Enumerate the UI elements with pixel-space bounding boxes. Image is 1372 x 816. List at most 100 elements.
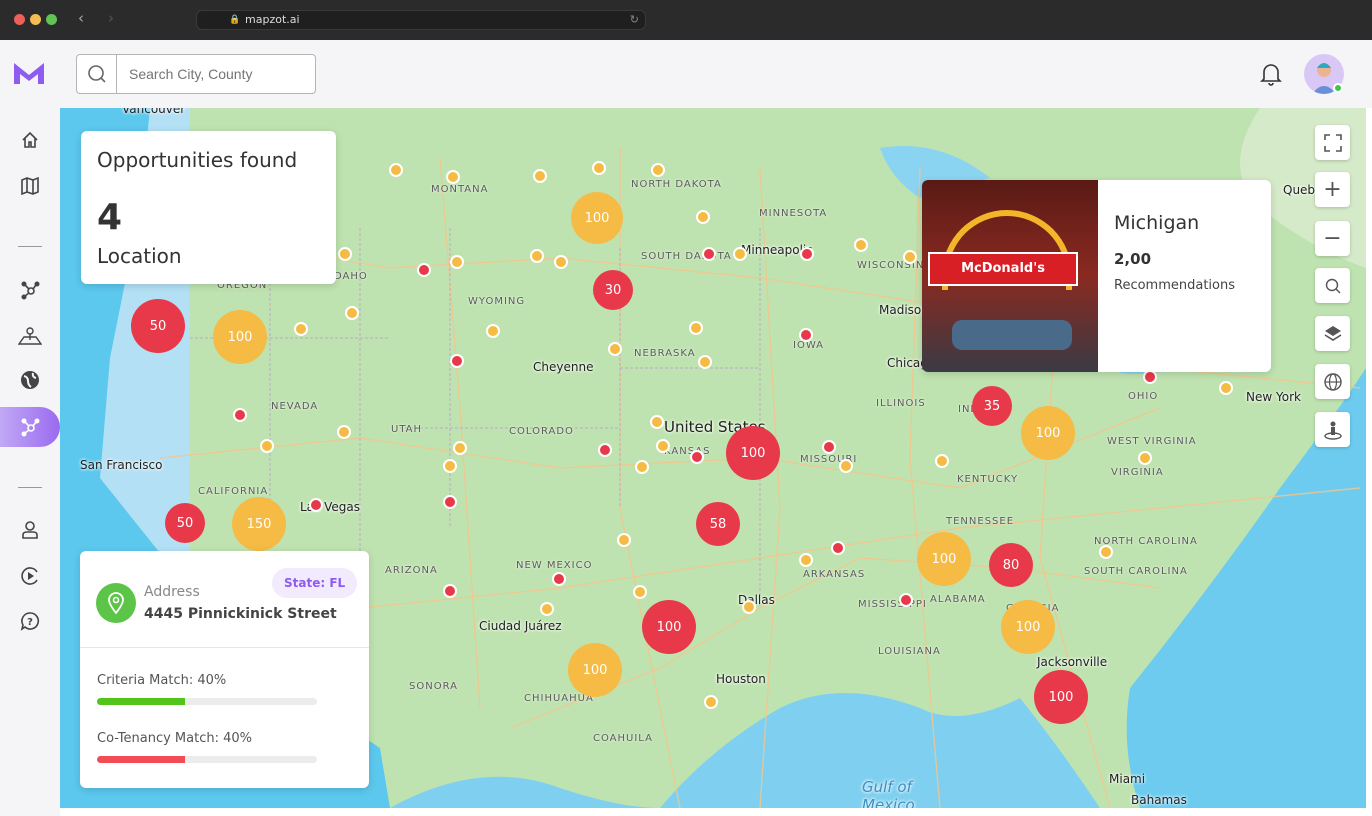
close-window-button[interactable] <box>14 14 25 25</box>
location-marker[interactable] <box>839 459 853 473</box>
michigan-card[interactable]: McDonald's HAMBURGERS Michigan 2,00 Reco… <box>922 180 1271 372</box>
play-circle-icon[interactable] <box>18 564 42 588</box>
minimize-window-button[interactable] <box>30 14 41 25</box>
zoom-in-button[interactable]: + <box>1315 172 1350 207</box>
location-marker[interactable] <box>822 440 836 454</box>
location-marker[interactable] <box>742 600 756 614</box>
location-marker[interactable] <box>443 495 457 509</box>
location-marker[interactable] <box>446 170 460 184</box>
location-marker[interactable] <box>935 454 949 468</box>
globe-view-button[interactable] <box>1315 364 1350 399</box>
cluster-marker[interactable]: 30 <box>593 270 633 310</box>
location-marker[interactable] <box>337 425 351 439</box>
location-marker[interactable] <box>899 593 913 607</box>
location-marker[interactable] <box>617 533 631 547</box>
address-bar[interactable]: 🔒 mapzot.ai ↻ <box>196 10 646 30</box>
location-marker[interactable] <box>443 584 457 598</box>
globe-icon[interactable] <box>18 368 42 392</box>
location-marker[interactable] <box>689 321 703 335</box>
location-marker[interactable] <box>294 322 308 336</box>
back-icon[interactable]: ‹ <box>78 9 84 27</box>
cluster-marker[interactable]: 58 <box>696 502 740 546</box>
location-marker[interactable] <box>1099 545 1113 559</box>
location-marker[interactable] <box>854 238 868 252</box>
cluster-marker[interactable]: 100 <box>1001 600 1055 654</box>
restaurant-photo: McDonald's HAMBURGERS <box>922 180 1098 372</box>
location-marker[interactable] <box>338 247 352 261</box>
location-marker[interactable] <box>1219 381 1233 395</box>
location-marker[interactable] <box>450 354 464 368</box>
location-marker[interactable] <box>233 408 247 422</box>
location-marker[interactable] <box>345 306 359 320</box>
map-search-button[interactable] <box>1315 268 1350 303</box>
cluster-marker[interactable]: 80 <box>989 543 1033 587</box>
location-marker[interactable] <box>554 255 568 269</box>
cluster-marker[interactable]: 100 <box>568 643 622 697</box>
layers-button[interactable] <box>1315 316 1350 351</box>
location-marker[interactable] <box>260 439 274 453</box>
cluster-marker[interactable]: 50 <box>165 503 205 543</box>
location-marker[interactable] <box>690 450 704 464</box>
help-icon[interactable]: ? <box>18 609 42 633</box>
location-marker[interactable] <box>389 163 403 177</box>
bell-icon[interactable] <box>1260 62 1282 86</box>
location-marker[interactable] <box>530 249 544 263</box>
search-icon[interactable] <box>77 55 117 93</box>
location-marker[interactable] <box>417 263 431 277</box>
location-marker[interactable] <box>533 169 547 183</box>
location-marker[interactable] <box>651 163 665 177</box>
cluster-marker[interactable]: 100 <box>1021 406 1075 460</box>
location-marker[interactable] <box>1143 370 1157 384</box>
home-icon[interactable] <box>18 128 42 152</box>
cluster-marker[interactable]: 100 <box>1034 670 1088 724</box>
address-card[interactable]: Address 4445 Pinnickinick Street State: … <box>80 551 369 788</box>
cluster-marker[interactable]: 100 <box>213 310 267 364</box>
location-marker[interactable] <box>608 342 622 356</box>
location-marker[interactable] <box>552 572 566 586</box>
location-marker[interactable] <box>656 439 670 453</box>
cluster-marker[interactable]: 150 <box>232 497 286 551</box>
cluster-marker[interactable]: 100 <box>917 532 971 586</box>
location-marker[interactable] <box>453 441 467 455</box>
location-marker[interactable] <box>443 459 457 473</box>
location-marker[interactable] <box>598 443 612 457</box>
user-icon[interactable] <box>18 518 42 542</box>
search-input[interactable] <box>117 55 307 93</box>
location-marker[interactable] <box>702 247 716 261</box>
mapzot-logo[interactable] <box>12 60 46 86</box>
location-marker[interactable] <box>540 602 554 616</box>
location-marker[interactable] <box>309 498 323 512</box>
forward-icon[interactable]: › <box>108 9 114 27</box>
minus-icon: − <box>1323 226 1342 251</box>
cluster-marker[interactable]: 50 <box>131 299 185 353</box>
zoom-out-button[interactable]: − <box>1315 221 1350 256</box>
location-marker[interactable] <box>592 161 606 175</box>
location-marker[interactable] <box>799 328 813 342</box>
location-area-icon[interactable] <box>18 324 42 348</box>
location-marker[interactable] <box>704 695 718 709</box>
network-active-icon[interactable] <box>18 415 42 439</box>
location-marker[interactable] <box>633 585 647 599</box>
location-marker[interactable] <box>450 255 464 269</box>
location-marker[interactable] <box>650 415 664 429</box>
cluster-marker[interactable]: 100 <box>726 426 780 480</box>
network-icon[interactable] <box>18 278 42 302</box>
location-marker[interactable] <box>800 247 814 261</box>
location-marker[interactable] <box>831 541 845 555</box>
maximize-window-button[interactable] <box>46 14 57 25</box>
location-marker[interactable] <box>799 553 813 567</box>
location-marker[interactable] <box>1138 451 1152 465</box>
location-marker[interactable] <box>733 247 747 261</box>
location-marker[interactable] <box>696 210 710 224</box>
cluster-marker[interactable]: 100 <box>642 600 696 654</box>
location-marker[interactable] <box>903 250 917 264</box>
location-marker[interactable] <box>635 460 649 474</box>
fullscreen-button[interactable] <box>1315 125 1350 160</box>
location-marker[interactable] <box>486 324 500 338</box>
location-marker[interactable] <box>698 355 712 369</box>
map-icon[interactable] <box>18 174 42 198</box>
street-view-button[interactable] <box>1315 412 1350 447</box>
cluster-marker[interactable]: 100 <box>571 192 623 244</box>
reload-icon[interactable]: ↻ <box>630 11 639 29</box>
cluster-marker[interactable]: 35 <box>972 386 1012 426</box>
